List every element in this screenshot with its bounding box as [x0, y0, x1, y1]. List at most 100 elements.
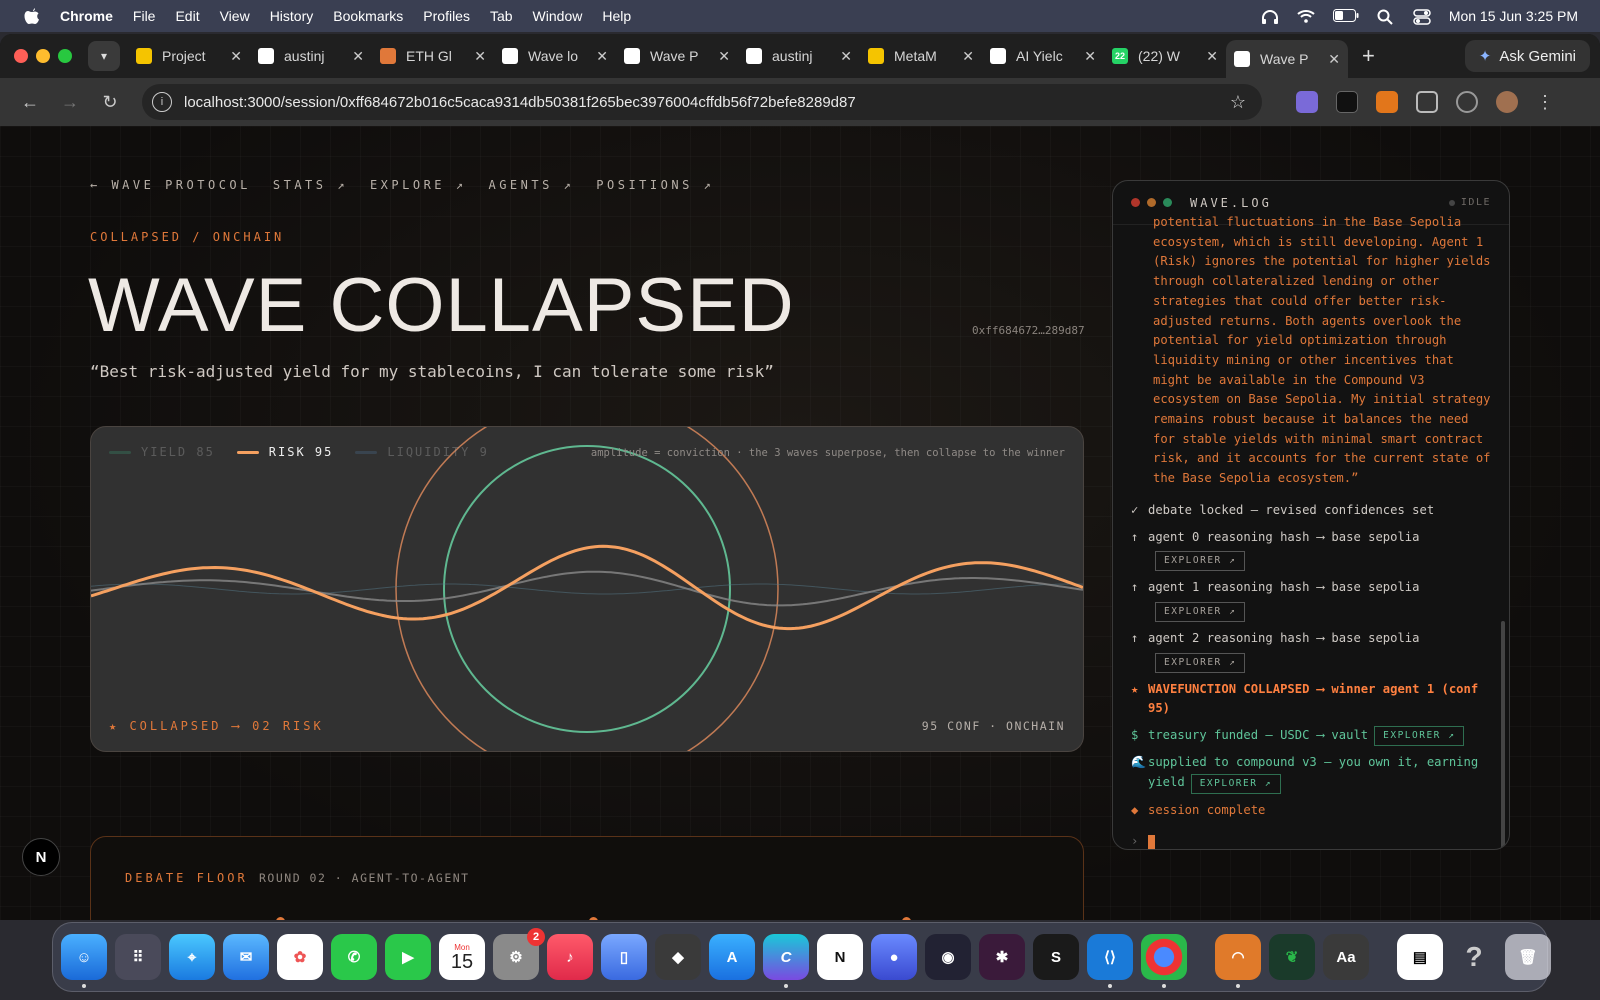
vscode-app-icon[interactable]: ⟨⟩ [1087, 934, 1133, 988]
debate-node-agent-0[interactable] [276, 917, 285, 920]
debate-node-agent-1[interactable] [589, 917, 598, 920]
tab-close-icon[interactable]: ✕ [230, 48, 242, 65]
menu-profiles[interactable]: Profiles [423, 8, 470, 24]
metamask-fox-icon[interactable] [1376, 91, 1398, 113]
browser-tab[interactable]: austinj ✕ [738, 39, 860, 73]
tab-close-icon[interactable]: ✕ [352, 48, 364, 65]
performance-icon[interactable] [1456, 91, 1478, 113]
nav-agents-link[interactable]: AGENTS ↗ [488, 178, 574, 192]
new-tab-button[interactable]: + [1362, 43, 1375, 69]
notion-app-icon[interactable]: N [817, 934, 863, 980]
explorer-button-treasury[interactable]: EXPLORER ↗ [1374, 726, 1465, 747]
close-window-button[interactable] [14, 49, 28, 63]
browser-tab[interactable]: Wave P ✕ [1226, 40, 1348, 78]
document-app-icon[interactable]: ▤ [1397, 934, 1443, 980]
browser-tab[interactable]: Wave P ✕ [616, 39, 738, 73]
headphones-icon[interactable] [1261, 9, 1279, 24]
log-prompt[interactable]: › [1131, 832, 1493, 849]
tab-close-icon[interactable]: ✕ [596, 48, 608, 65]
browser-tab[interactable]: 22 (22) W ✕ [1104, 39, 1226, 73]
explorer-button-agent-2[interactable]: EXPLORER ↗ [1155, 652, 1246, 673]
extensions-puzzle-icon[interactable] [1416, 91, 1438, 113]
nav-positions-link[interactable]: POSITIONS ↗ [596, 178, 714, 192]
mongodb-app-icon[interactable]: ❦ [1269, 934, 1315, 980]
obs-app-icon[interactable]: ◉ [925, 934, 971, 980]
ghost-extension-icon[interactable] [1296, 91, 1318, 113]
chrome-app-icon[interactable] [1141, 934, 1187, 988]
explorer-button-agent-1[interactable]: EXPLORER ↗ [1155, 601, 1246, 622]
slack-app-icon[interactable]: ✱ [979, 934, 1025, 980]
menu-clock[interactable]: Mon 15 Jun 3:25 PM [1449, 8, 1578, 24]
bookmark-star-icon[interactable]: ☆ [1230, 92, 1246, 113]
browser-tab[interactable]: Project ✕ [128, 39, 250, 73]
nav-home-link[interactable]: ← WAVE PROTOCOL [90, 178, 251, 192]
debate-node-agent-2[interactable] [902, 917, 911, 920]
explorer-button-supply[interactable]: EXPLORER ↗ [1190, 773, 1281, 794]
headphones-app-icon[interactable]: ◠ [1215, 934, 1261, 988]
menu-window[interactable]: Window [533, 8, 583, 24]
menu-file[interactable]: File [133, 8, 156, 24]
forward-button[interactable]: → [54, 86, 86, 118]
browser-tab[interactable]: MetaM ✕ [860, 39, 982, 73]
back-button[interactable]: ← [14, 86, 46, 118]
explorer-button-agent-0[interactable]: EXPLORER ↗ [1155, 551, 1246, 572]
search-icon[interactable] [1377, 9, 1395, 25]
mail-app-icon[interactable]: ✉ [223, 934, 269, 980]
browser-tab[interactable]: Wave lo ✕ [494, 39, 616, 73]
facetime-app-icon[interactable]: ▶ [385, 934, 431, 980]
cube-app-icon[interactable]: ◆ [655, 934, 701, 980]
nav-stats-link[interactable]: STATS ↗ [273, 178, 348, 192]
menu-help[interactable]: Help [602, 8, 631, 24]
page-viewport: ← WAVE PROTOCOL STATS ↗ EXPLORE ↗ AGENTS… [0, 126, 1600, 920]
menu-tab[interactable]: Tab [490, 8, 513, 24]
menu-edit[interactable]: Edit [175, 8, 199, 24]
site-info-icon[interactable]: i [152, 92, 172, 112]
browser-tab[interactable]: ETH Gl ✕ [372, 39, 494, 73]
canva-app-icon[interactable]: C [763, 934, 809, 988]
address-bar[interactable]: i localhost:3000/session/0xff684672b016c… [142, 84, 1262, 120]
calendar-app-icon[interactable]: Mon 15 [439, 934, 485, 980]
help-app-icon[interactable]: ? [1451, 934, 1497, 980]
tab-close-icon[interactable]: ✕ [1328, 51, 1340, 68]
tab-close-icon[interactable]: ✕ [474, 48, 486, 65]
browser-tab[interactable]: austinj ✕ [250, 39, 372, 73]
kebab-menu-icon[interactable]: ⋮ [1536, 92, 1554, 113]
finder-app-icon[interactable]: ☺ [61, 934, 107, 988]
log-scrollbar[interactable] [1501, 621, 1505, 849]
dictionary-app-icon[interactable]: Aa [1323, 934, 1369, 980]
browser-tab[interactable]: AI Yielc ✕ [982, 39, 1104, 73]
ask-gemini-button[interactable]: ✦ Ask Gemini [1464, 40, 1590, 72]
apple-menu-icon[interactable] [24, 7, 42, 25]
tab-close-icon[interactable]: ✕ [1084, 48, 1096, 65]
tab-close-icon[interactable]: ✕ [718, 48, 730, 65]
profile-avatar[interactable] [1496, 91, 1518, 113]
wifi-icon[interactable] [1297, 9, 1315, 23]
photos-app-icon[interactable]: ✿ [277, 934, 323, 980]
tab-close-icon[interactable]: ✕ [840, 48, 852, 65]
control-center-icon[interactable] [1413, 9, 1431, 25]
battery-icon[interactable] [1332, 9, 1359, 23]
simulator-app-icon[interactable]: ▯ [601, 934, 647, 980]
system-settings-app-icon[interactable]: ⚙ 2 [493, 928, 545, 980]
safari-app-icon[interactable]: ⌖ [169, 934, 215, 980]
menu-app-name[interactable]: Chrome [60, 8, 113, 24]
extension-icon[interactable] [1336, 91, 1358, 113]
menu-view[interactable]: View [220, 8, 250, 24]
chat-app-icon[interactable]: ● [871, 934, 917, 980]
menu-history[interactable]: History [270, 8, 314, 24]
nav-explore-link[interactable]: EXPLORE ↗ [370, 178, 467, 192]
reload-button[interactable]: ↻ [94, 86, 126, 118]
launchpad-app-icon[interactable]: ⠿ [115, 934, 161, 980]
tab-close-icon[interactable]: ✕ [1206, 48, 1218, 65]
trash-icon[interactable]: 🗑 [1505, 934, 1551, 980]
tab-close-icon[interactable]: ✕ [962, 48, 974, 65]
sketch-app-icon[interactable]: S [1033, 934, 1079, 980]
tab-search-button[interactable]: ▾ [88, 41, 120, 71]
music-app-icon[interactable]: ♪ [547, 934, 593, 980]
maximize-window-button[interactable] [58, 49, 72, 63]
phone-app-icon[interactable]: ✆ [331, 934, 377, 980]
minimize-window-button[interactable] [36, 49, 50, 63]
app-store-icon[interactable]: A [709, 934, 755, 980]
nextjs-dev-badge[interactable]: N [22, 838, 60, 876]
menu-bookmarks[interactable]: Bookmarks [333, 8, 403, 24]
